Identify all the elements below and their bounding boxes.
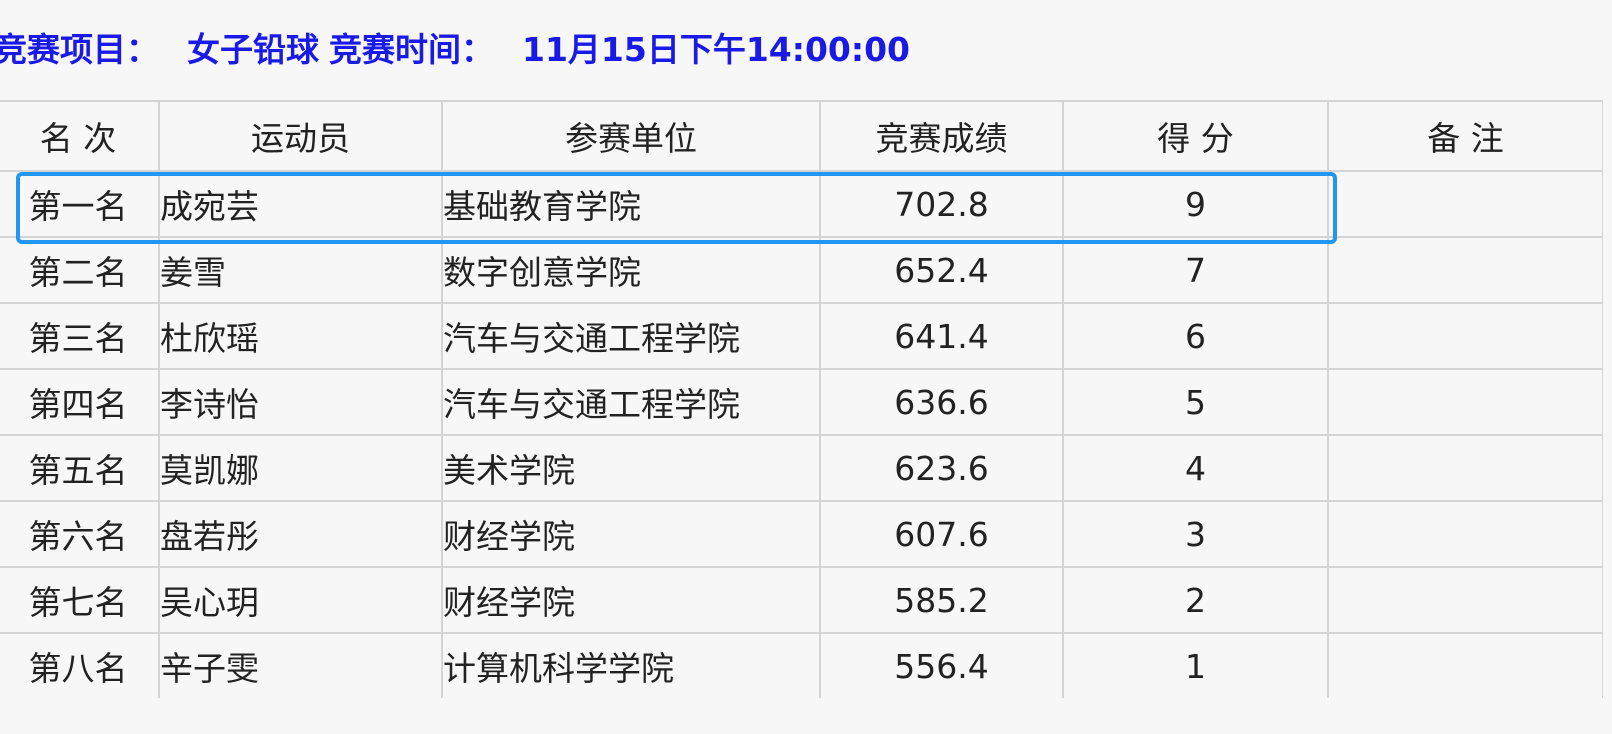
column-header-unit: 参赛单位 [441, 100, 821, 172]
athlete-cell: 杜欣瑶 [158, 302, 443, 370]
note-cell [1327, 236, 1603, 304]
table-row[interactable]: 第七名 吴心玥 财经学院 585.2 2 [0, 566, 1603, 634]
unit-cell: 财经学院 [441, 566, 821, 634]
column-header-athlete: 运动员 [158, 100, 443, 172]
rank-cell: 第七名 [0, 566, 160, 634]
results-table-container: 名 次 运动员 参赛单位 竞赛成绩 得 分 备 注 第一名 成宛芸 基础教育学院… [0, 100, 1603, 734]
athlete-cell: 辛子雯 [158, 632, 443, 698]
points-cell: 6 [1062, 302, 1329, 370]
results-table: 名 次 运动员 参赛单位 竞赛成绩 得 分 备 注 第一名 成宛芸 基础教育学院… [0, 100, 1603, 698]
column-header-note: 备 注 [1327, 100, 1603, 172]
rank-cell: 第八名 [0, 632, 160, 698]
rank-cell: 第五名 [0, 434, 160, 502]
table-header-row: 名 次 运动员 参赛单位 竞赛成绩 得 分 备 注 [0, 100, 1603, 172]
event-value: 女子铅球 [187, 30, 319, 69]
table-row[interactable]: 第四名 李诗怡 汽车与交通工程学院 636.6 5 [0, 368, 1603, 436]
unit-cell: 美术学院 [441, 434, 821, 502]
table-row[interactable]: 第一名 成宛芸 基础教育学院 702.8 9 [0, 170, 1603, 238]
note-cell [1327, 368, 1603, 436]
column-header-result: 竞赛成绩 [819, 100, 1064, 172]
rank-cell: 第四名 [0, 368, 160, 436]
points-cell: 7 [1062, 236, 1329, 304]
table-row[interactable]: 第三名 杜欣瑶 汽车与交通工程学院 641.4 6 [0, 302, 1603, 370]
unit-cell: 汽车与交通工程学院 [441, 302, 821, 370]
note-cell [1327, 500, 1603, 568]
note-cell [1327, 302, 1603, 370]
note-cell [1327, 434, 1603, 502]
result-cell: 702.8 [819, 170, 1064, 238]
table-row[interactable]: 第二名 姜雪 数字创意学院 652.4 7 [0, 236, 1603, 304]
athlete-cell: 姜雪 [158, 236, 443, 304]
points-cell: 1 [1062, 632, 1329, 698]
result-cell: 585.2 [819, 566, 1064, 634]
column-header-points: 得 分 [1062, 100, 1329, 172]
result-cell: 636.6 [819, 368, 1064, 436]
table-row[interactable]: 第五名 莫凯娜 美术学院 623.6 4 [0, 434, 1603, 502]
time-label: 竞赛时间： [329, 30, 494, 69]
table-row[interactable]: 第六名 盘若彤 财经学院 607.6 3 [0, 500, 1603, 568]
rank-cell: 第三名 [0, 302, 160, 370]
rank-cell: 第六名 [0, 500, 160, 568]
athlete-cell: 吴心玥 [158, 566, 443, 634]
rank-cell: 第二名 [0, 236, 160, 304]
result-cell: 556.4 [819, 632, 1064, 698]
event-label: 竞赛项目： [0, 30, 159, 69]
result-cell: 641.4 [819, 302, 1064, 370]
result-cell: 607.6 [819, 500, 1064, 568]
points-cell: 9 [1062, 170, 1329, 238]
table-row[interactable]: 第八名 辛子雯 计算机科学学院 556.4 1 [0, 632, 1603, 698]
athlete-cell: 盘若彤 [158, 500, 443, 568]
athlete-cell: 李诗怡 [158, 368, 443, 436]
note-cell [1327, 566, 1603, 634]
points-cell: 3 [1062, 500, 1329, 568]
rank-cell: 第一名 [0, 170, 160, 238]
points-cell: 5 [1062, 368, 1329, 436]
unit-cell: 财经学院 [441, 500, 821, 568]
result-cell: 652.4 [819, 236, 1064, 304]
unit-cell: 汽车与交通工程学院 [441, 368, 821, 436]
athlete-cell: 成宛芸 [158, 170, 443, 238]
unit-cell: 基础教育学院 [441, 170, 821, 238]
athlete-cell: 莫凯娜 [158, 434, 443, 502]
unit-cell: 数字创意学院 [441, 236, 821, 304]
points-cell: 2 [1062, 566, 1329, 634]
points-cell: 4 [1062, 434, 1329, 502]
time-value: 11月15日下午14:00:00 [522, 30, 911, 69]
event-header: 竞赛项目： 女子铅球 竞赛时间： 11月15日下午14:00:00 [0, 24, 910, 76]
result-cell: 623.6 [819, 434, 1064, 502]
column-header-rank: 名 次 [0, 100, 160, 172]
note-cell [1327, 632, 1603, 698]
unit-cell: 计算机科学学院 [441, 632, 821, 698]
note-cell [1327, 170, 1603, 238]
